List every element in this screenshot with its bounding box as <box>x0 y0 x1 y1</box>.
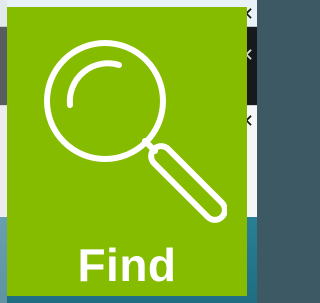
find-label: Find <box>77 239 177 291</box>
magnifying-glass-icon <box>44 40 227 223</box>
find-tile-button[interactable]: Find <box>7 7 247 296</box>
background-left-edge <box>0 0 7 303</box>
